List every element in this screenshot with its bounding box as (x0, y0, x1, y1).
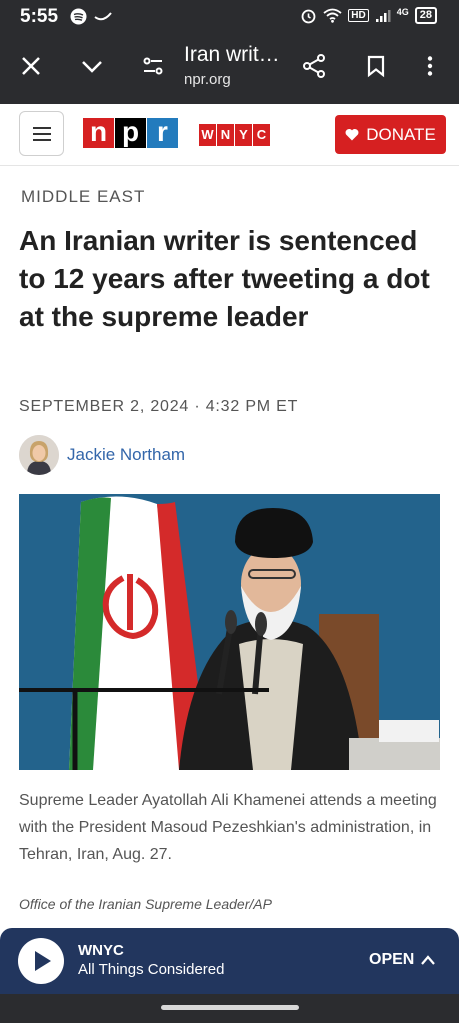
photo-illustration (19, 494, 440, 770)
dateline: SEPTEMBER 2, 2024 · 4:32 PM ET (19, 398, 299, 415)
heart-icon (345, 129, 359, 141)
page-title: Iran writ… (184, 43, 280, 66)
donate-label: DONATE (366, 124, 436, 144)
spotify-icon (70, 8, 87, 25)
wnyc-logo-letter: W (199, 124, 216, 146)
home-indicator[interactable] (161, 1005, 299, 1010)
hd-indicator: HD (348, 9, 369, 22)
npr-logo-letter: r (147, 118, 178, 148)
play-icon (35, 951, 51, 971)
battery-indicator: 28 (414, 7, 437, 24)
open-label: OPEN (369, 951, 415, 968)
network-type: 4G (396, 6, 409, 17)
program-name: All Things Considered (78, 961, 225, 978)
author-link[interactable]: Jackie Northam (67, 445, 185, 465)
page-domain: npr.org (184, 71, 231, 88)
close-icon[interactable] (19, 54, 43, 78)
wnyc-logo-letter: Y (235, 124, 252, 146)
menu-button[interactable] (19, 111, 64, 156)
headline: An Iranian writer is sentenced to 12 yea… (19, 225, 430, 332)
npr-logo[interactable]: n p r (83, 118, 178, 148)
npr-logo-letter: p (115, 118, 146, 148)
section-label[interactable]: MIDDLE EAST (21, 187, 145, 207)
bookmark-icon[interactable] (364, 54, 388, 78)
url-block[interactable]: Iran writ… npr.org (184, 43, 280, 88)
station-name: WNYC (78, 942, 124, 959)
play-button[interactable] (18, 938, 64, 984)
audio-player[interactable]: WNYC All Things Considered OPEN (0, 928, 459, 994)
notification-icon (94, 12, 112, 21)
site-header: n p r W N Y C DONATE (0, 104, 459, 166)
byline: Jackie Northam (19, 435, 185, 475)
site-settings-icon[interactable] (141, 54, 165, 78)
status-bar: 5:55 HD 4G 28 (0, 0, 459, 34)
npr-logo-letter: n (83, 118, 114, 148)
photo-caption: Supreme Leader Ayatollah Ali Khamenei at… (19, 792, 437, 863)
system-nav-bar (0, 994, 459, 1023)
signal-icon (375, 9, 391, 22)
wifi-icon (323, 8, 342, 23)
hamburger-icon (33, 127, 51, 129)
share-icon[interactable] (301, 53, 327, 79)
author-photo (19, 435, 59, 475)
browser-toolbar: Iran writ… npr.org (0, 34, 459, 104)
avatar[interactable] (19, 435, 59, 475)
wnyc-logo-letter: C (253, 124, 270, 146)
photo-credit: Office of the Iranian Supreme Leader/AP (19, 896, 272, 912)
wnyc-logo[interactable]: W N Y C (199, 124, 270, 146)
more-vert-icon[interactable] (418, 54, 442, 78)
chevron-down-icon[interactable] (80, 54, 104, 78)
open-player-button[interactable]: OPEN (369, 951, 436, 969)
status-time: 5:55 (20, 6, 59, 27)
article-photo[interactable] (19, 494, 440, 770)
wnyc-logo-letter: N (217, 124, 234, 146)
chevron-up-icon (421, 955, 436, 965)
alarm-icon (301, 9, 316, 24)
donate-button[interactable]: DONATE (335, 115, 446, 154)
